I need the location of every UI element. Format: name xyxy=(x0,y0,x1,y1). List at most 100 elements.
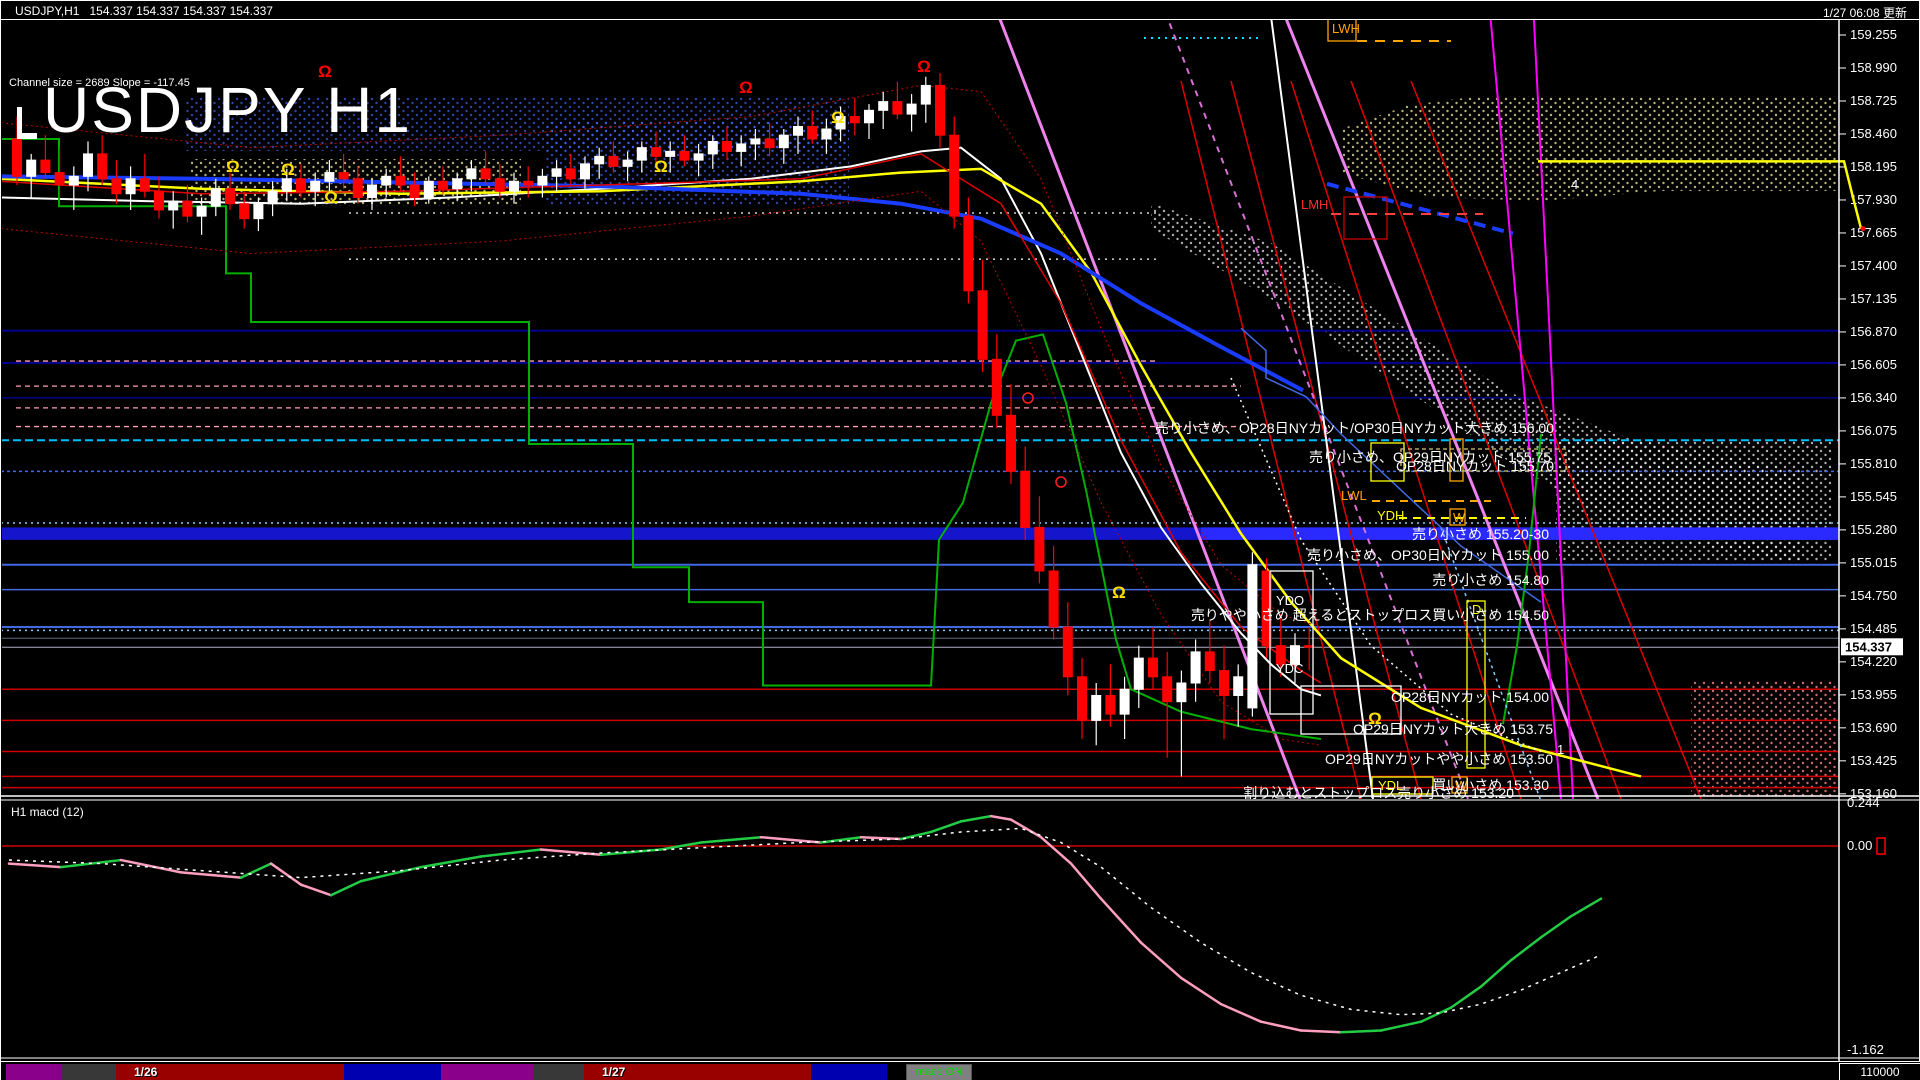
candle xyxy=(1134,646,1143,708)
omega-signal-icon: Ω xyxy=(281,160,295,179)
candle-body xyxy=(1049,571,1058,627)
candle xyxy=(1248,552,1257,716)
price-tick-label: 158.990 xyxy=(1850,60,1897,75)
candle xyxy=(893,82,902,119)
candle-body xyxy=(538,176,547,185)
macd-main-line xyxy=(861,837,901,839)
candle-body xyxy=(1248,565,1257,708)
candle-body xyxy=(268,191,277,203)
candle-body xyxy=(410,185,419,197)
session-date-label: 1/27 xyxy=(602,1065,625,1079)
macd-tick-label: 0.00 xyxy=(1847,838,1872,853)
macd-main-line xyxy=(931,821,961,832)
macd-main-line xyxy=(1041,837,1071,863)
session-segment xyxy=(344,1064,441,1080)
candle-body xyxy=(311,181,320,191)
candle-body xyxy=(339,173,348,179)
candle-body xyxy=(495,179,504,191)
candle xyxy=(936,73,945,148)
candle-body xyxy=(552,169,561,176)
macd-main-line xyxy=(301,885,331,896)
price-tick-label: 156.340 xyxy=(1850,390,1897,405)
price-tick-label: 153.690 xyxy=(1850,720,1897,735)
candle-body xyxy=(708,141,717,153)
candle xyxy=(1021,446,1030,539)
candle-body xyxy=(1120,689,1129,714)
candle xyxy=(1092,683,1101,745)
macd-main-line xyxy=(1381,1022,1421,1031)
projection-end-dot xyxy=(1861,226,1866,231)
candle xyxy=(155,176,164,218)
candle xyxy=(1191,639,1200,701)
current-price-label: 154.337 xyxy=(1845,639,1892,654)
symbol-watermark: USDJPY H1 xyxy=(17,73,412,147)
price-tick-label: 156.870 xyxy=(1850,324,1897,339)
price-tick-label: 157.930 xyxy=(1850,192,1897,207)
candle xyxy=(183,185,192,222)
omega-signal-icon: Ω xyxy=(831,108,845,127)
price-tick-label: 156.075 xyxy=(1850,423,1897,438)
price-tick-label: 157.400 xyxy=(1850,258,1897,273)
macd-main-line xyxy=(1301,1030,1341,1032)
price-tick-label: 153.425 xyxy=(1850,753,1897,768)
candle-body xyxy=(850,117,859,123)
candle-body xyxy=(1063,627,1072,677)
candle-body xyxy=(779,135,788,147)
candle xyxy=(112,160,121,204)
macd-main-line xyxy=(1421,1008,1451,1022)
candle xyxy=(907,94,916,131)
candle-body xyxy=(652,148,661,157)
candle-body xyxy=(666,151,675,156)
candle-body xyxy=(325,173,334,182)
price-tick-label: 158.460 xyxy=(1850,126,1897,141)
candle-body xyxy=(27,160,36,176)
omega-signal-icon: Ω xyxy=(739,78,753,97)
last-update-timestamp[interactable]: 1/27 06:08 更新 xyxy=(1823,4,1907,21)
macd-panel-area[interactable] xyxy=(1,816,1839,1032)
candle-body xyxy=(55,173,64,185)
candle-body xyxy=(907,104,916,114)
candle xyxy=(1305,627,1314,671)
price-tick-label: 158.195 xyxy=(1850,159,1897,174)
candle-body xyxy=(197,206,206,216)
macd-main-line xyxy=(701,837,761,842)
macd-main-line xyxy=(1221,1004,1261,1022)
session-timeline-bar: macd ON 110000 1/26 1/27 xyxy=(1,1061,1920,1080)
chart-canvas[interactable]: ΩΩΩΩΩΩΩΩΩΩLWHMLMHLWLYDHYDOYDCYDLDWW41売り小… xyxy=(1,1,1920,1080)
order-annotation: 割り込むとストップロス売り小さめ 153.20 xyxy=(1243,785,1514,801)
white-ma xyxy=(1,148,1321,696)
macd-panel-label: H1 macd (12) xyxy=(11,805,84,819)
candle-body xyxy=(211,189,220,206)
price-tick-label: 155.810 xyxy=(1850,456,1897,471)
candle-body xyxy=(879,102,888,111)
macd-main-line xyxy=(9,864,61,868)
price-tick-label: 157.135 xyxy=(1850,291,1897,306)
candle-body xyxy=(1305,646,1314,648)
session-segment xyxy=(6,1064,61,1080)
candle-body xyxy=(1092,695,1101,720)
order-annotation: OP28日NYカット 154.00 xyxy=(1391,689,1549,705)
macd-main-line xyxy=(331,881,361,895)
macd-main-line xyxy=(481,850,541,857)
pivot-label: YDH xyxy=(1377,508,1404,523)
candle xyxy=(1220,646,1229,739)
macd-toggle-button[interactable]: macd ON xyxy=(906,1064,972,1080)
candle-body xyxy=(808,127,817,139)
macd-main-line xyxy=(271,864,301,885)
macd-zero-marker xyxy=(1877,838,1885,854)
macd-main-line xyxy=(991,816,1011,820)
omega-signal-icon: Ω xyxy=(1112,583,1126,602)
session-segment xyxy=(61,1064,116,1080)
macd-main-line xyxy=(361,867,421,881)
candle-body xyxy=(566,169,575,179)
candle-body xyxy=(126,179,135,194)
candle-body xyxy=(1220,671,1229,696)
candle-body xyxy=(921,85,930,104)
candle-body xyxy=(581,164,590,179)
volume-readout: 110000 xyxy=(1839,1063,1920,1080)
candle xyxy=(879,92,888,129)
candle-body xyxy=(936,85,945,135)
order-annotation: OP29日NYカット大きめ 153.75 xyxy=(1353,721,1553,737)
session-date-label: 1/26 xyxy=(134,1065,157,1079)
candle xyxy=(1007,384,1016,484)
